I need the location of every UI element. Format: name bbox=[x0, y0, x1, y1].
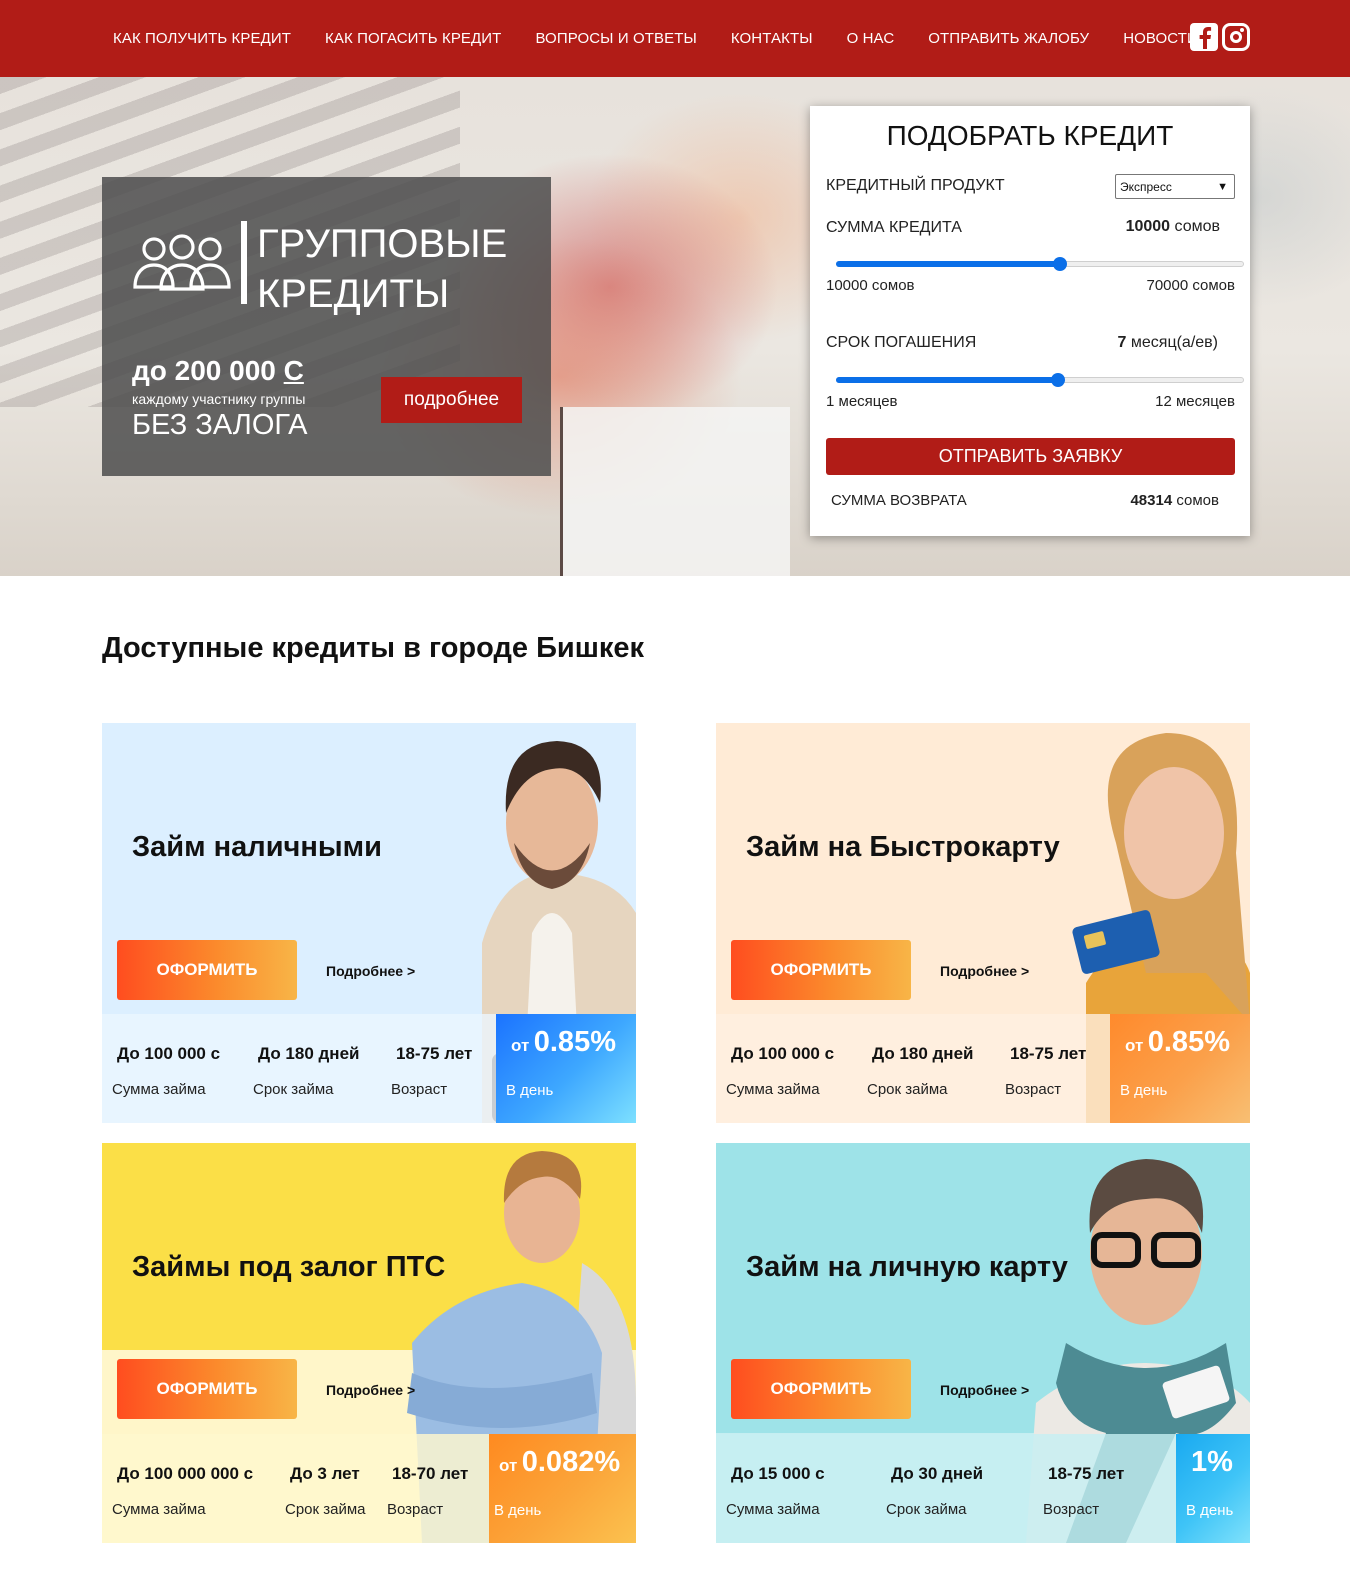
apply-button[interactable]: ОФОРМИТЬ bbox=[731, 940, 911, 1000]
promo-no-collateral: БЕЗ ЗАЛОГА bbox=[132, 409, 308, 441]
loan-card-bystrokarta: Займ на Быстрокарту ОФОРМИТЬ Подробнее >… bbox=[716, 723, 1250, 1123]
card-title: Займ на Быстрокарту bbox=[746, 831, 1060, 863]
promo-currency: С bbox=[283, 355, 304, 386]
details-link[interactable]: Подробнее > bbox=[326, 963, 415, 979]
stat-amount: До 15 000 с Сумма займа bbox=[726, 1464, 825, 1518]
card-stats-strip: До 100 000 000 с Сумма займа До 3 лет Срок… bbox=[102, 1434, 636, 1543]
submit-application-button[interactable]: ОТПРАВИТЬ ЗАЯВКУ bbox=[826, 438, 1235, 475]
apply-button[interactable]: ОФОРМИТЬ bbox=[117, 940, 297, 1000]
nav-item-how-to-get-credit[interactable]: КАК ПОЛУЧИТЬ КРЕДИТ bbox=[96, 30, 308, 47]
amount-label: СУММА КРЕДИТА bbox=[826, 219, 962, 236]
amount-max: 70000 сомов bbox=[1146, 277, 1235, 294]
apply-button[interactable]: ОФОРМИТЬ bbox=[117, 1359, 297, 1419]
rate-value: от 0.85% bbox=[1125, 1026, 1230, 1058]
card-stats-strip: До 100 000 с Сумма займа До 180 дней Срок … bbox=[102, 1014, 636, 1123]
promo-title: ГРУППОВЫЕ КРЕДИТЫ bbox=[257, 222, 508, 316]
details-link[interactable]: Подробнее > bbox=[940, 963, 1029, 979]
stat-age: 18-75 лет Возраст bbox=[391, 1044, 473, 1098]
stat-age: 18-75 лет Возраст bbox=[1005, 1044, 1087, 1098]
facebook-icon[interactable] bbox=[1190, 23, 1218, 51]
stat-term: До 180 дней Срок займа bbox=[253, 1044, 360, 1098]
rate-badge: от 0.85% В день bbox=[1110, 1014, 1250, 1123]
rate-value: 1% bbox=[1191, 1446, 1233, 1478]
instagram-icon[interactable] bbox=[1222, 23, 1250, 51]
social-links bbox=[1190, 23, 1250, 51]
amount-slider[interactable] bbox=[836, 257, 1244, 271]
rate-label: В день bbox=[1120, 1082, 1168, 1099]
stat-amount: До 100 000 с Сумма займа bbox=[112, 1044, 221, 1098]
stat-age: 18-75 лет Возраст bbox=[1043, 1464, 1125, 1518]
promo-divider bbox=[241, 221, 247, 304]
term-slider-fill bbox=[836, 377, 1059, 383]
apply-button[interactable]: ОФОРМИТЬ bbox=[731, 1359, 911, 1419]
product-label: КРЕДИТНЫЙ ПРОДУКТ bbox=[826, 177, 1005, 194]
product-select[interactable]: Экспресс ▼ bbox=[1115, 174, 1235, 199]
calculator-title: ПОДОБРАТЬ КРЕДИТ bbox=[886, 120, 1174, 151]
nav-item-complaint[interactable]: ОТПРАВИТЬ ЖАЛОБУ bbox=[911, 30, 1106, 47]
loan-card-personal: Займ на личную карту ОФОРМИТЬ Подробнее … bbox=[716, 1143, 1250, 1543]
chevron-down-icon: ▼ bbox=[1217, 180, 1228, 193]
promo-subtitle: каждому участнику группы bbox=[132, 391, 306, 407]
amount-slider-handle[interactable] bbox=[1053, 257, 1068, 271]
stat-age: 18-70 лет Возраст bbox=[387, 1464, 469, 1518]
rate-value: от 0.85% bbox=[511, 1026, 616, 1058]
nav-item-about[interactable]: О НАС bbox=[830, 30, 912, 47]
top-nav: КАК ПОЛУЧИТЬ КРЕДИТ КАК ПОГАСИТЬ КРЕДИТ … bbox=[0, 0, 1350, 77]
group-credit-promo: ГРУППОВЫЕ КРЕДИТЫ до 200 000 С каждому у… bbox=[102, 177, 551, 476]
return-amount-value: 48314 сомов bbox=[1130, 492, 1219, 509]
amount-slider-fill bbox=[836, 261, 1061, 267]
term-min: 1 месяцев bbox=[826, 393, 898, 410]
nav-menu: КАК ПОЛУЧИТЬ КРЕДИТ КАК ПОГАСИТЬ КРЕДИТ … bbox=[96, 0, 1215, 77]
nav-item-contacts[interactable]: КОНТАКТЫ bbox=[714, 30, 830, 47]
term-slider-handle[interactable] bbox=[1051, 373, 1066, 387]
rate-label: В день bbox=[494, 1502, 542, 1519]
term-slider[interactable] bbox=[836, 373, 1244, 387]
amount-value: 10000 сомов bbox=[1125, 218, 1220, 235]
stat-term: До 3 лет Срок займа bbox=[285, 1464, 366, 1518]
term-value: 7 месяц(а/ев) bbox=[1117, 334, 1218, 351]
nav-item-faq[interactable]: ВОПРОСЫ И ОТВЕТЫ bbox=[518, 30, 713, 47]
section-title: Доступные кредиты в городе Бишкек bbox=[102, 632, 645, 664]
term-max: 12 месяцев bbox=[1155, 393, 1235, 410]
details-link[interactable]: Подробнее > bbox=[326, 1382, 415, 1398]
stat-term: До 180 дней Срок займа bbox=[867, 1044, 974, 1098]
rate-value: от 0.082% bbox=[499, 1446, 621, 1478]
rate-badge: 1% В день bbox=[1176, 1434, 1250, 1543]
card-title: Займы под залог ПТС bbox=[132, 1251, 446, 1283]
promo-amount: до 200 000 С bbox=[132, 355, 304, 386]
stat-amount: До 100 000 с Сумма займа bbox=[726, 1044, 835, 1098]
details-link[interactable]: Подробнее > bbox=[940, 1382, 1029, 1398]
loan-card-cash: Займ наличными ОФОРМИТЬ Подробнее > До 1… bbox=[102, 723, 636, 1123]
stat-term: До 30 дней Срок займа bbox=[886, 1464, 984, 1518]
rate-badge: от 0.85% В день bbox=[496, 1014, 636, 1123]
hero-background-desk bbox=[560, 407, 790, 576]
stat-amount: До 100 000 000 с Сумма займа bbox=[112, 1464, 254, 1518]
term-label: СРОК ПОГАШЕНИЯ bbox=[826, 334, 977, 351]
card-stats-strip: До 100 000 с Сумма займа До 180 дней Срок … bbox=[716, 1014, 1250, 1123]
card-title: Займ на личную карту bbox=[746, 1251, 1068, 1283]
amount-min: 10000 сомов bbox=[826, 277, 915, 294]
promo-details-button[interactable]: подробнее bbox=[381, 377, 522, 423]
nav-item-how-to-repay[interactable]: КАК ПОГАСИТЬ КРЕДИТ bbox=[308, 30, 518, 47]
credit-calculator: ПОДОБРАТЬ КРЕДИТ КРЕДИТНЫЙ ПРОДУКТ Экспр… bbox=[810, 106, 1250, 536]
rate-badge: от 0.082% В день bbox=[489, 1434, 636, 1543]
group-icon bbox=[133, 234, 231, 291]
loan-card-pts: Займы под залог ПТС ОФОРМИТЬ Подробнее >… bbox=[102, 1143, 636, 1543]
rate-label: В день bbox=[1186, 1502, 1234, 1519]
product-select-value: Экспресс bbox=[1120, 179, 1172, 194]
card-stats-strip: До 15 000 с Сумма займа До 30 дней Срок за… bbox=[716, 1434, 1250, 1543]
card-title: Займ наличными bbox=[132, 831, 382, 863]
return-amount-label: СУММА ВОЗВРАТА bbox=[831, 492, 967, 509]
rate-label: В день bbox=[506, 1082, 554, 1099]
